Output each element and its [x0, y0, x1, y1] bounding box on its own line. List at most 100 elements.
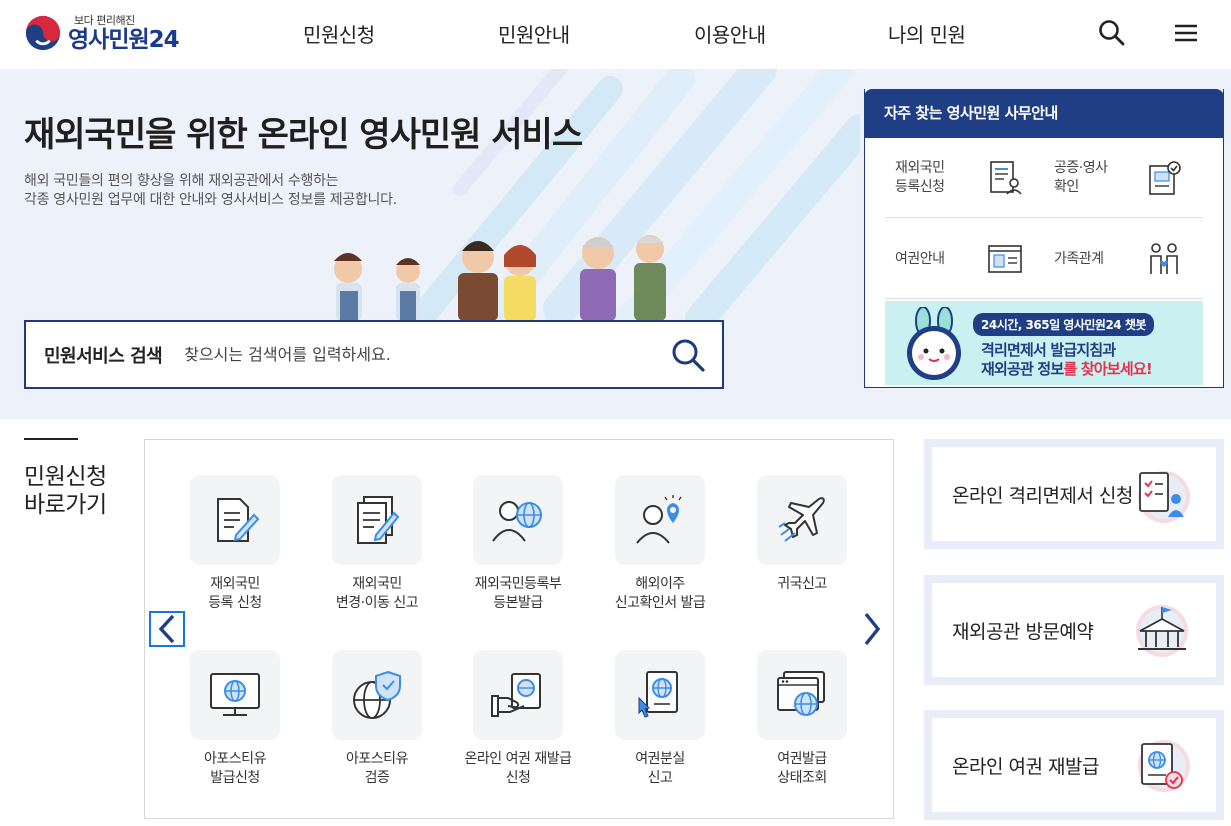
chatbot-banner[interactable]: 24시간, 365일 영사민원24 챗봇 격리면제서 발급지침과 재외공관 정보…: [885, 301, 1203, 385]
card-quarantine-exemption[interactable]: 온라인 격리면제서 신청: [924, 439, 1224, 549]
quick-item-label-line2: 변경·이동 신고: [335, 595, 419, 611]
quick-icon-box: [332, 650, 422, 740]
quick-item-overseas-registration[interactable]: 재외국민 등록 신청: [170, 475, 300, 613]
documents-pen-icon: [357, 496, 400, 544]
hero-desc-line1: 해외 국민들의 편의 향상을 위해 재외공관에서 수행하는: [24, 173, 339, 189]
chevron-right-icon: [864, 612, 881, 646]
hero-description: 해외 국민들의 편의 향상을 위해 재외공관에서 수행하는 각종 영사민원 업무…: [24, 172, 397, 210]
site-header: 보다 편리해진 영사민원24 민원신청 민원안내 이용안내 나의 민원: [0, 0, 1231, 69]
site-logo[interactable]: 보다 편리해진 영사민원24: [24, 9, 194, 57]
office-item-label-line1: 가족관계: [1054, 250, 1104, 267]
passport-cursor-icon: [638, 671, 678, 718]
search-label: 민원서비스 검색: [44, 345, 163, 367]
chatbot-line2-bold: 재외공관 정보: [981, 360, 1064, 378]
section-rule: [24, 438, 78, 440]
chatbot-line2-rest: 를 찾아보세요!: [1063, 360, 1152, 378]
quick-item-label-line2: 신청: [505, 770, 531, 786]
quick-item-label: 여권분실 신고: [595, 750, 725, 788]
rabbit-mascot-icon: [907, 307, 961, 380]
monitor-globe-icon: [210, 673, 260, 716]
quick-item-label: 아포스티유 검증: [312, 750, 442, 788]
logo-name: 영사민원24: [68, 26, 180, 53]
hand-passport-icon: [491, 673, 541, 717]
office-item-label: 공증·영사 확인: [1044, 159, 1139, 197]
menu-icon[interactable]: [1171, 18, 1201, 48]
quick-item-registration-change[interactable]: 재외국민 변경·이동 신고: [312, 475, 442, 613]
quick-item-apostille-apply[interactable]: 아포스티유 발급신청: [170, 650, 300, 788]
quick-item-emigration[interactable]: 해외이주 신고확인서 발급: [595, 475, 725, 613]
office-row: 여권안내 가족관계: [885, 219, 1203, 299]
person-globe-icon: [492, 501, 542, 542]
logo-number: 24: [148, 26, 180, 53]
chatbot-line2: 재외공관 정보를 찾아보세요!: [981, 358, 1153, 379]
office-item-overseas-registration[interactable]: 재외국민 등록신청: [885, 138, 1044, 218]
quick-icon-box: [757, 475, 847, 565]
airplane-icon: [778, 497, 825, 542]
quick-item-label-line2: 신고: [647, 770, 673, 786]
office-item-label-line2: 확인: [1054, 179, 1079, 195]
quick-title-line2: 바로가기: [24, 492, 107, 518]
checklist-person-icon: [1138, 471, 1190, 523]
card-passport-reissue[interactable]: 온라인 여권 재발급: [924, 710, 1224, 820]
search-icon[interactable]: [1097, 18, 1127, 48]
nav-item-apply[interactable]: 민원신청: [303, 19, 375, 48]
quick-item-label-line1: 여권분실: [635, 751, 685, 767]
quick-item-passport-lost[interactable]: 여권분실 신고: [595, 650, 725, 788]
quick-item-registry-copy[interactable]: 재외국민등록부 등본발급: [453, 475, 583, 613]
quick-item-apostille-verify[interactable]: 아포스티유 검증: [312, 650, 442, 788]
quick-icon-box: [190, 650, 280, 740]
logo-text: 보다 편리해진 영사민원24: [68, 14, 180, 53]
logo-name-text: 영사민원: [68, 26, 150, 53]
certificate-check-icon: [1149, 161, 1181, 195]
quick-item-label-line2: 등록 신청: [208, 595, 262, 611]
quick-item-label: 재외국민등록부 등본발급: [453, 575, 583, 613]
nav-item-usage[interactable]: 이용안내: [694, 19, 766, 48]
office-item-label: 재외국민 등록신청: [885, 159, 980, 197]
office-item-passport[interactable]: 여권안내: [885, 219, 1044, 299]
card-label: 재외공관 방문예약: [952, 621, 1094, 643]
quick-item-label: 재외국민 등록 신청: [170, 575, 300, 613]
embassy-building-icon: [1136, 605, 1188, 657]
hero-desc-line2: 각종 영사민원 업무에 대한 안내와 영사서비스 정보를 제공합니다.: [24, 192, 397, 208]
office-item-label-line1: 여권안내: [895, 250, 945, 267]
quick-item-passport-reissue[interactable]: 온라인 여권 재발급 신청: [453, 650, 583, 788]
person-location-icon: [636, 495, 682, 544]
quick-item-label-line1: 해외이주: [635, 576, 685, 592]
office-item-family[interactable]: 가족관계: [1044, 219, 1203, 299]
quick-item-label-line1: 재외국민등록부: [474, 576, 562, 592]
card-label: 온라인 여권 재발급: [952, 756, 1099, 778]
quick-item-passport-status[interactable]: 여권발급 상태조회: [737, 650, 867, 788]
chatbot-line1: 격리면제서 발급지침과: [981, 341, 1116, 359]
chatbot-pill: 24시간, 365일 영사민원24 챗봇: [973, 313, 1154, 336]
chevron-left-icon: [158, 614, 175, 644]
quick-item-label-line1: 아포스티유: [346, 751, 408, 767]
office-row: 재외국민 등록신청 공증·영사 확인: [885, 138, 1203, 218]
carousel-next-button[interactable]: [854, 611, 890, 647]
nav-item-guide[interactable]: 민원안내: [498, 19, 570, 48]
quick-item-label-line1: 온라인 여권 재발급: [464, 751, 572, 767]
quick-icon-box: [615, 475, 705, 565]
globe-shield-icon: [353, 670, 401, 719]
search-submit-icon[interactable]: [670, 337, 706, 373]
quick-icon-box: [332, 475, 422, 565]
quick-item-return-report[interactable]: 귀국신고: [737, 475, 867, 594]
quick-title-line1: 민원신청: [24, 464, 107, 490]
carousel-prev-button[interactable]: [149, 611, 185, 647]
quick-item-label: 재외국민 변경·이동 신고: [312, 575, 442, 613]
quick-item-label-line2: 검증: [364, 770, 390, 786]
card-label: 온라인 격리면제서 신청: [952, 485, 1133, 507]
office-item-notary[interactable]: 공증·영사 확인: [1044, 138, 1203, 218]
quick-item-label: 귀국신고: [737, 575, 867, 594]
office-guide-panel: 자주 찾는 영사민원 사무안내 재외국민 등록신청 공증·영사 확인 여권안내 …: [864, 89, 1224, 388]
quick-icon-box: [615, 650, 705, 740]
document-pen-icon: [217, 498, 260, 542]
office-item-label: 여권안내: [885, 250, 980, 269]
quick-item-label-line1: 아포스티유: [204, 751, 266, 767]
quick-item-label-line1: 귀국신고: [777, 576, 827, 592]
nav-item-my[interactable]: 나의 민원: [888, 19, 966, 48]
card-embassy-visit[interactable]: 재외공관 방문예약: [924, 575, 1224, 685]
search-input[interactable]: [184, 345, 625, 364]
window-globe-icon: [777, 671, 825, 716]
quick-item-label: 아포스티유 발급신청: [170, 750, 300, 788]
quick-item-label: 온라인 여권 재발급 신청: [453, 750, 583, 788]
